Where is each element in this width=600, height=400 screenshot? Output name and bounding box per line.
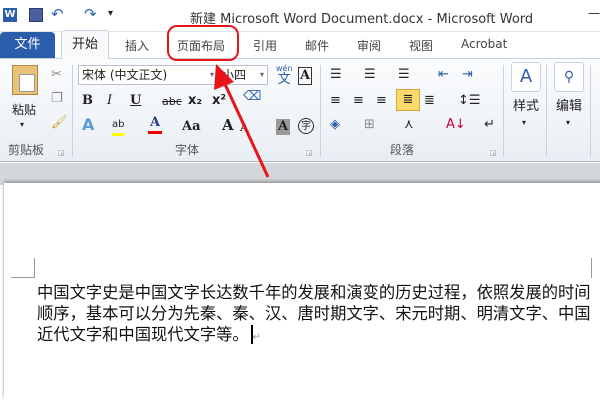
annotation-arrow — [214, 64, 270, 178]
